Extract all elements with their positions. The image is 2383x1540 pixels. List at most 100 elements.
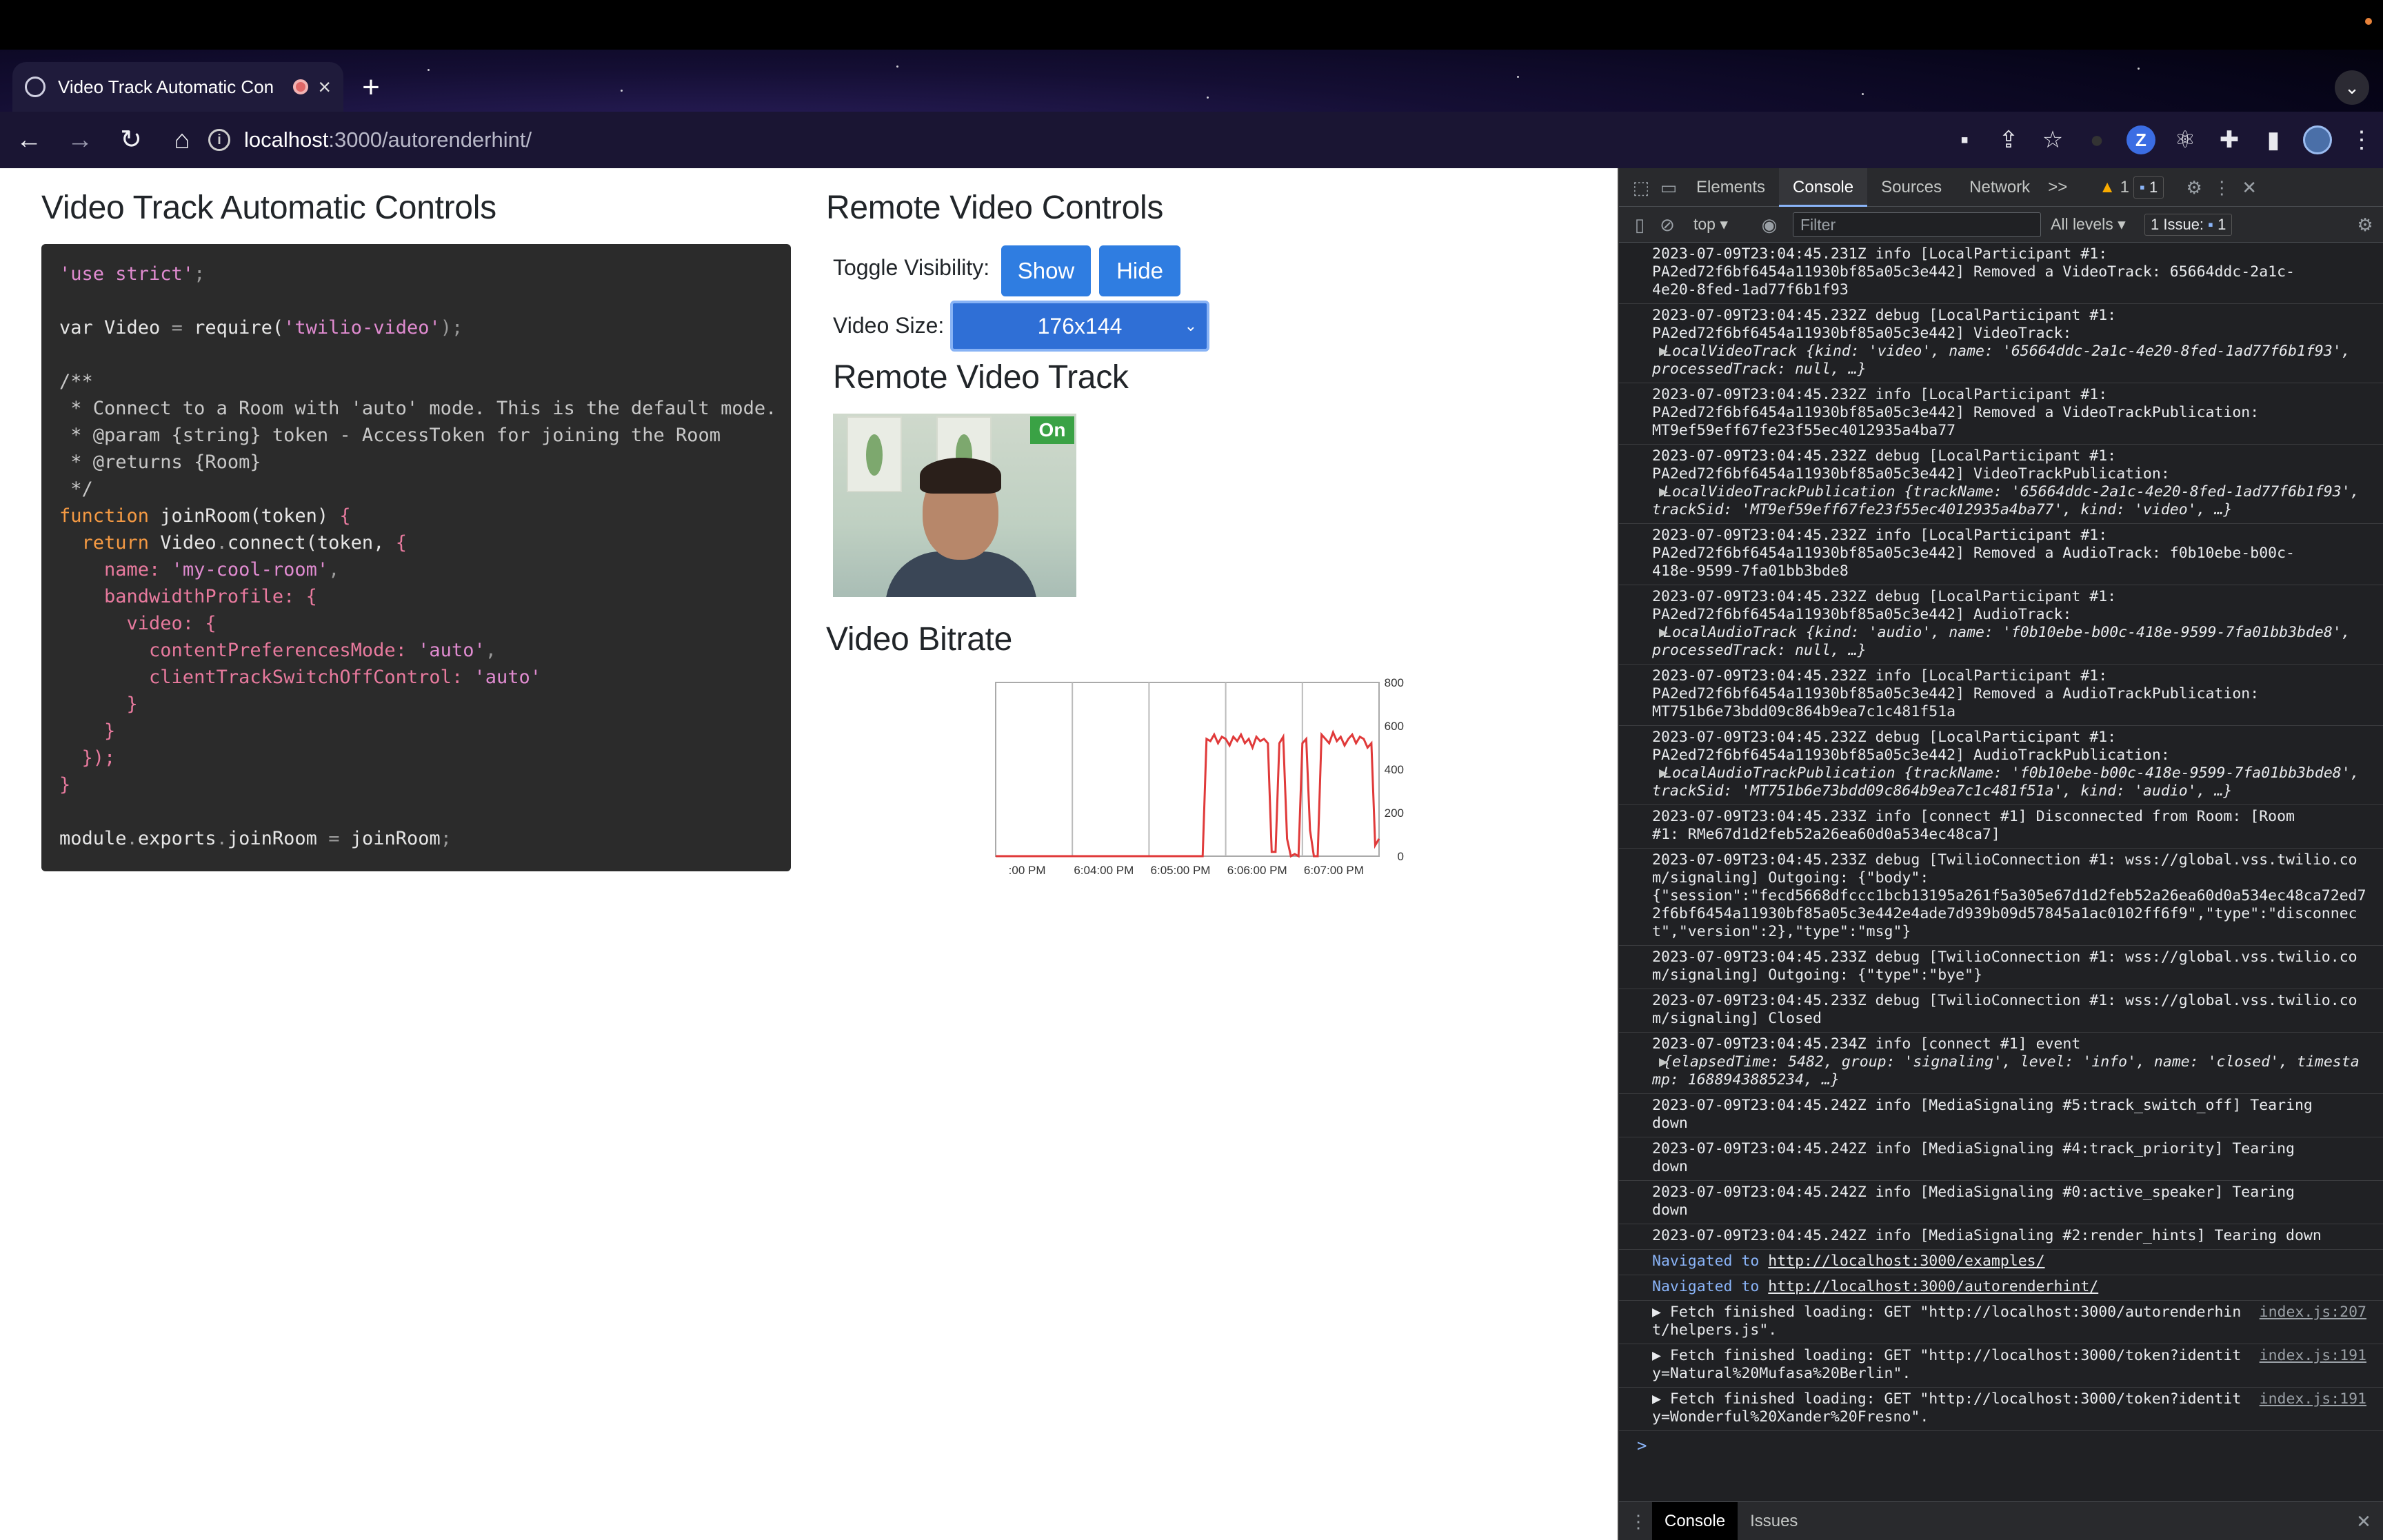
expand-triangle-icon[interactable]: ▶	[1652, 1347, 1670, 1364]
expand-triangle-icon[interactable]: ▶	[1652, 1390, 1670, 1408]
navigation-link[interactable]: http://localhost:3000/examples/	[1768, 1253, 2044, 1270]
bookmark-star-icon[interactable]: ☆	[2038, 125, 2067, 154]
expand-triangle-icon[interactable]: ▶	[1659, 1053, 1668, 1071]
console-object-preview[interactable]: LocalVideoTrackPublication {trackName: '…	[1652, 483, 2369, 518]
browser-tab[interactable]: Video Track Automatic Con ×	[12, 62, 343, 112]
expand-triangle-icon[interactable]: ▶	[1659, 483, 1668, 501]
fetch-message[interactable]: index.js:191 ▶ Fetch finished loading: GE…	[1619, 1344, 2383, 1388]
drawer-tab-console[interactable]: Console	[1652, 1501, 1738, 1540]
console-message[interactable]: 2023-07-09T23:04:45.232Z info [LocalPart…	[1619, 524, 2383, 585]
extensions-puzzle-icon[interactable]: ✚	[2215, 125, 2244, 154]
console-message[interactable]: 2023-07-09T23:04:45.234Z info [connect #…	[1619, 1033, 2383, 1094]
console-message[interactable]: 2023-07-09T23:04:45.231Z info [LocalPart…	[1619, 243, 2383, 304]
code-token: * @returns {Room}	[59, 452, 261, 473]
console-settings-gear-icon[interactable]: ⚙	[2351, 211, 2379, 239]
tab-network[interactable]: Network	[1955, 168, 2044, 207]
console-message-text: 2023-07-09T23:04:45.232Z info [LocalPart…	[1652, 386, 2260, 439]
new-tab-button[interactable]: +	[353, 70, 389, 106]
expand-triangle-icon[interactable]: ▶	[1652, 1304, 1670, 1321]
fetch-message[interactable]: index.js:207 ▶ Fetch finished loading: GE…	[1619, 1301, 2383, 1344]
x-tick-label: 6:07:00 PM	[1304, 864, 1364, 877]
console-message[interactable]: 2023-07-09T23:04:45.233Z debug [TwilioCo…	[1619, 849, 2383, 946]
camera-icon[interactable]: ▪	[1950, 125, 1979, 154]
fetch-message[interactable]: index.js:191 ▶ Fetch finished loading: GE…	[1619, 1388, 2383, 1431]
site-info-icon[interactable]: i	[208, 129, 230, 151]
back-arrow-icon[interactable]: ←	[7, 118, 51, 162]
console-object-preview[interactable]: LocalAudioTrack {kind: 'audio', name: 'f…	[1652, 624, 2360, 659]
expand-triangle-icon[interactable]: ▶	[1659, 764, 1668, 782]
drawer-tab-issues[interactable]: Issues	[1738, 1502, 1810, 1540]
y-tick-label: 400	[1385, 763, 1404, 776]
tab-console[interactable]: Console	[1779, 168, 1868, 207]
console-object-preview[interactable]: LocalVideoTrack {kind: 'video', name: '6…	[1652, 343, 2360, 378]
share-icon[interactable]: ⇪	[1994, 125, 2023, 154]
tab-search-chevron-icon[interactable]: ⌄	[2335, 70, 2369, 105]
console-message-text: 2023-07-09T23:04:45.233Z debug [TwilioCo…	[1652, 949, 2357, 984]
expand-triangle-icon[interactable]: ▶	[1659, 624, 1668, 642]
source-link[interactable]: index.js:191	[2260, 1390, 2366, 1408]
console-message[interactable]: 2023-07-09T23:04:45.233Z info [connect #…	[1619, 805, 2383, 849]
expand-triangle-icon[interactable]: ▶	[1659, 343, 1668, 361]
console-message[interactable]: 2023-07-09T23:04:45.242Z info [MediaSign…	[1619, 1094, 2383, 1137]
console-prompt[interactable]: >	[1619, 1431, 2383, 1460]
console-message[interactable]: 2023-07-09T23:04:45.232Z debug [LocalPar…	[1619, 585, 2383, 665]
address-bar[interactable]: i localhost :3000/autorenderhint/	[194, 119, 1918, 161]
code-token: bandwidthProfile: {	[59, 586, 317, 607]
sidebar-toggle-icon[interactable]: ▯	[1626, 211, 1653, 239]
console-message[interactable]: 2023-07-09T23:04:45.233Z debug [TwilioCo…	[1619, 989, 2383, 1033]
code-token: var	[59, 317, 93, 338]
console-object-preview[interactable]: LocalAudioTrackPublication {trackName: '…	[1652, 764, 2369, 800]
code-token: );	[440, 317, 463, 338]
forward-arrow-icon[interactable]: →	[58, 118, 102, 162]
browser-menu-icon[interactable]: ⋮	[2347, 125, 2376, 154]
extension-dark-icon[interactable]: ●	[2082, 125, 2111, 154]
console-message[interactable]: 2023-07-09T23:04:45.232Z info [LocalPart…	[1619, 665, 2383, 726]
log-levels-dropdown[interactable]: All levels ▾	[2051, 215, 2140, 234]
console-message[interactable]: 2023-07-09T23:04:45.233Z debug [TwilioCo…	[1619, 946, 2383, 989]
source-link[interactable]: index.js:191	[2260, 1347, 2366, 1365]
side-panel-icon[interactable]: ▮	[2259, 125, 2288, 154]
issues-button[interactable]: 1 Issue: ▪ 1	[2144, 213, 2233, 236]
issues-icon: ▪	[2208, 215, 2213, 233]
inspect-element-icon[interactable]: ⬚	[1627, 174, 1655, 201]
settings-gear-icon[interactable]: ⚙	[2180, 174, 2208, 201]
tab-sources[interactable]: Sources	[1867, 168, 1955, 207]
warning-badge[interactable]: ▲ 1	[2099, 178, 2129, 197]
console-message[interactable]: 2023-07-09T23:04:45.242Z info [MediaSign…	[1619, 1137, 2383, 1181]
code-token: return	[59, 532, 150, 554]
tab-elements[interactable]: Elements	[1682, 168, 1779, 207]
close-drawer-icon[interactable]: ✕	[2350, 1508, 2377, 1535]
console-message[interactable]: 2023-07-09T23:04:45.232Z debug [LocalPar…	[1619, 726, 2383, 805]
profile-avatar[interactable]	[2303, 125, 2332, 154]
close-tab-icon[interactable]: ×	[318, 74, 331, 100]
live-expression-eye-icon[interactable]: ◉	[1756, 211, 1783, 239]
remote-controls-title: Remote Video Controls	[826, 190, 1164, 226]
bitrate-title: Video Bitrate	[826, 621, 1013, 658]
navigation-link[interactable]: http://localhost:3000/autorenderhint/	[1768, 1278, 2098, 1295]
show-button[interactable]: Show	[1001, 245, 1091, 296]
message-badge[interactable]: ▪ 1	[2133, 176, 2164, 199]
clear-console-icon[interactable]: ⊘	[1653, 211, 1681, 239]
console-message-text: 2023-07-09T23:04:45.233Z info [connect #…	[1652, 808, 2295, 843]
console-message[interactable]: 2023-07-09T23:04:45.232Z debug [LocalPar…	[1619, 445, 2383, 524]
console-message[interactable]: 2023-07-09T23:04:45.232Z info [LocalPart…	[1619, 383, 2383, 445]
device-toggle-icon[interactable]: ▭	[1655, 174, 1682, 201]
more-tabs-button[interactable]: >>	[2044, 168, 2071, 207]
fetch-message-text: Fetch finished loading: GET "http://loca…	[1652, 1304, 2242, 1339]
zoom-extension-icon[interactable]: Z	[2126, 125, 2155, 154]
console-message[interactable]: 2023-07-09T23:04:45.242Z info [MediaSign…	[1619, 1224, 2383, 1250]
console-message[interactable]: 2023-07-09T23:04:45.232Z debug [LocalPar…	[1619, 304, 2383, 383]
drawer-menu-icon[interactable]: ⋮	[1625, 1508, 1652, 1535]
source-link[interactable]: index.js:207	[2260, 1304, 2366, 1321]
close-devtools-icon[interactable]: ✕	[2235, 174, 2263, 201]
reload-icon[interactable]: ↻	[109, 118, 153, 162]
react-extension-icon[interactable]: ⚛	[2171, 125, 2200, 154]
context-selector[interactable]: top ▾	[1693, 215, 1756, 234]
console-object-preview[interactable]: {elapsedTime: 5482, group: 'signaling', …	[1652, 1053, 2360, 1088]
console-filter-input[interactable]: Filter	[1793, 212, 2041, 237]
console-message[interactable]: 2023-07-09T23:04:45.242Z info [MediaSign…	[1619, 1181, 2383, 1224]
hide-button[interactable]: Hide	[1099, 245, 1180, 296]
devtools-menu-icon[interactable]: ⋮	[2208, 174, 2235, 201]
code-line: var Video = require('twilio-video');	[59, 314, 773, 341]
video-size-select[interactable]: 176x144 ⌄	[950, 301, 1209, 352]
